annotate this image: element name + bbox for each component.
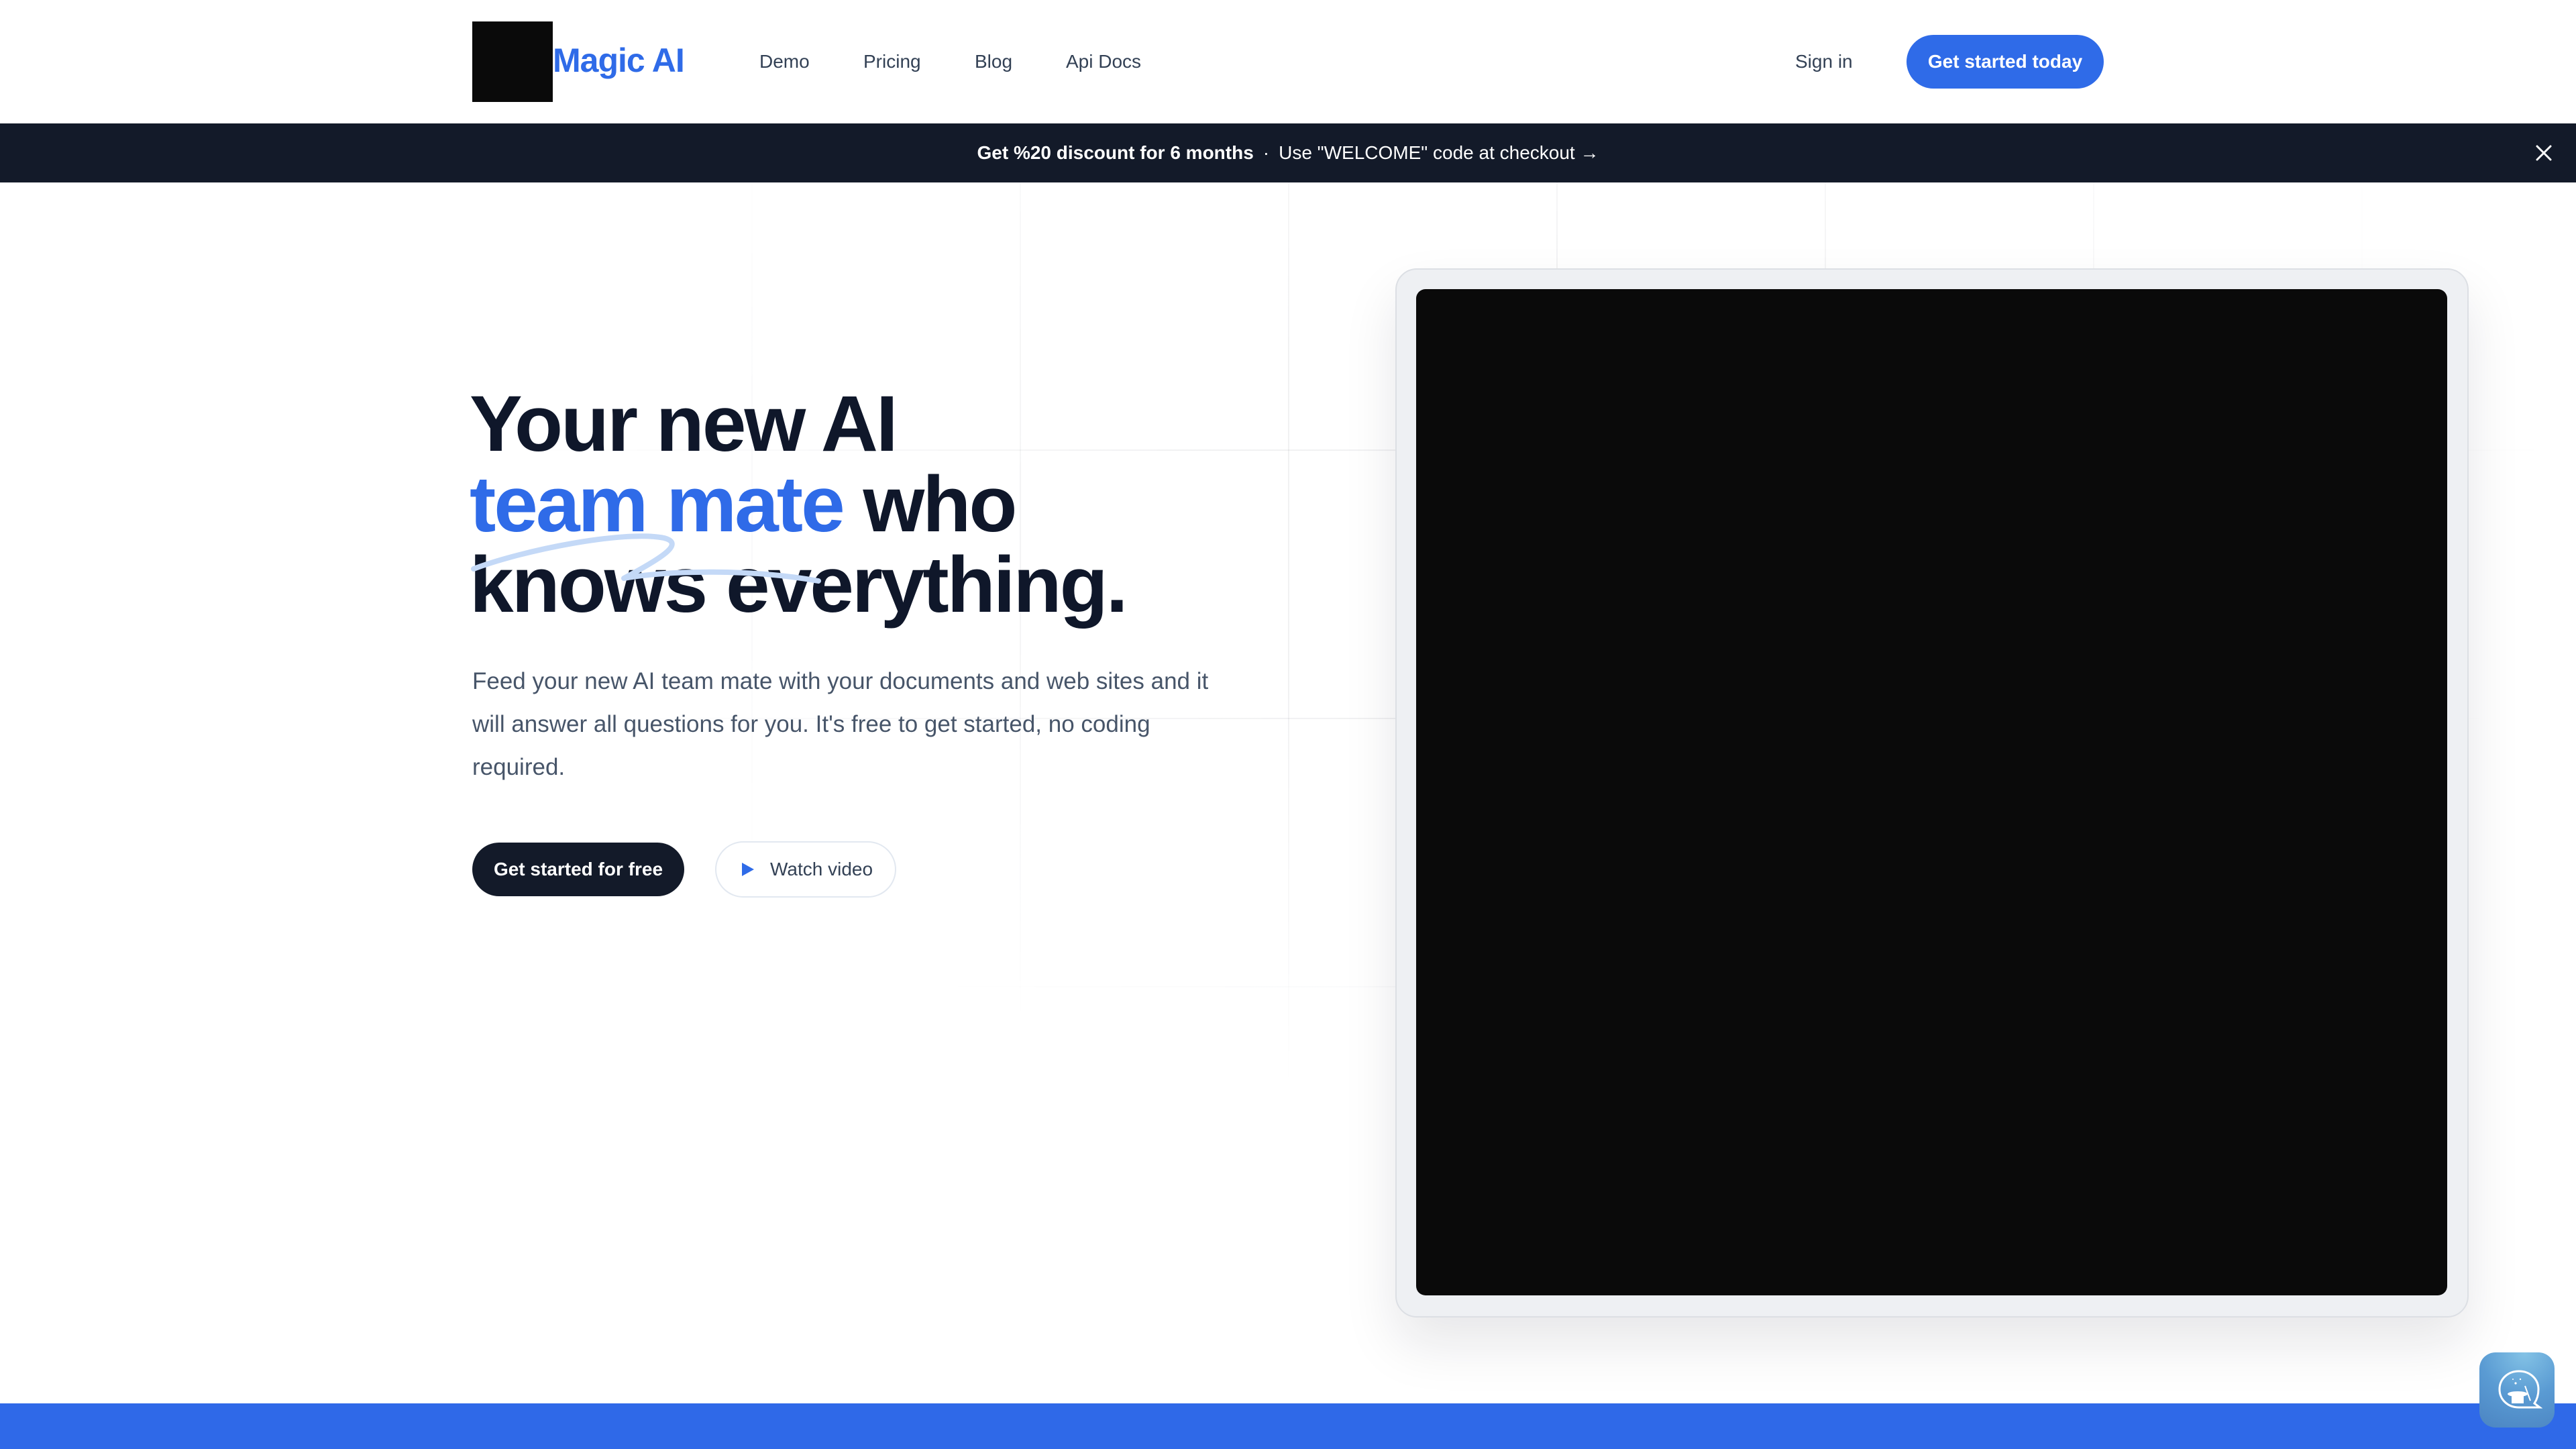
arrow-right-icon: → xyxy=(1580,142,1599,163)
hero-title-line1: Your new AI xyxy=(470,380,898,468)
nav-api-docs[interactable]: Api Docs xyxy=(1066,48,1141,75)
watch-video-label: Watch video xyxy=(770,859,873,879)
get-started-free-button[interactable]: Get started for free xyxy=(472,843,684,896)
promo-strong-text: Get %20 discount for 6 months xyxy=(977,142,1254,163)
play-icon xyxy=(742,863,754,876)
promo-separator: · xyxy=(1263,142,1270,163)
hero-title: Your new AI team mate who knows everythi… xyxy=(470,384,1342,625)
nav-demo[interactable]: Demo xyxy=(759,48,810,75)
get-started-today-button[interactable]: Get started today xyxy=(1907,35,2104,89)
video-player[interactable] xyxy=(1416,289,2447,1295)
hero-title-line2-rest: who xyxy=(843,460,1018,549)
site-header: Magic AI Demo Pricing Blog Api Docs Sign… xyxy=(0,0,2576,123)
magic-hat-chat-icon xyxy=(2498,1370,2542,1409)
hero-description: Feed your new AI team mate with your doc… xyxy=(472,668,1209,780)
promo-banner[interactable]: Get %20 discount for 6 months · Use "WELCO… xyxy=(0,123,2576,182)
promo-text: Use "WELCOME" code at checkout xyxy=(1279,142,1575,163)
hero-title-accent: team mate xyxy=(470,460,845,549)
nav-pricing[interactable]: Pricing xyxy=(863,48,921,75)
nav-blog[interactable]: Blog xyxy=(975,48,1012,75)
sign-in-link[interactable]: Sign in xyxy=(1795,48,1853,75)
watch-video-button[interactable]: Watch video xyxy=(715,841,896,898)
close-icon[interactable] xyxy=(2533,142,2555,164)
next-section-band xyxy=(0,1403,2576,1449)
logo-text[interactable]: Magic AI xyxy=(553,40,685,80)
hero-title-line3: knows everything. xyxy=(470,541,1128,629)
chat-widget-button[interactable] xyxy=(2479,1352,2555,1428)
logo-image[interactable] xyxy=(472,21,553,102)
